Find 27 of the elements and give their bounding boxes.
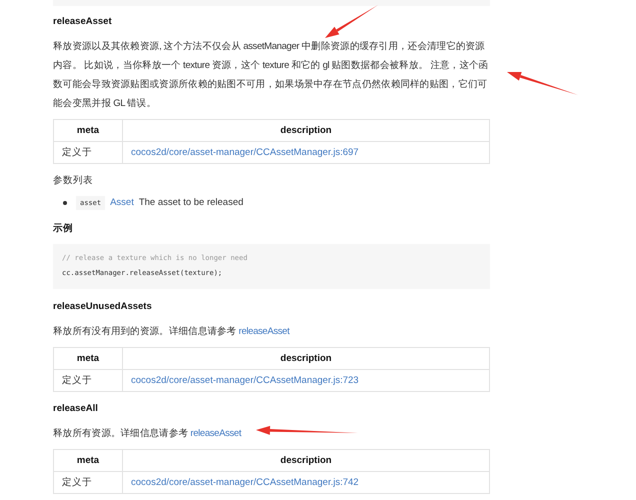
- source-link[interactable]: cocos2d/core/asset-manager/CCAssetManager.js:723: [131, 375, 359, 386]
- section-heading: releaseUnusedAssets: [53, 301, 153, 313]
- reference-link[interactable]: releaseAsset: [238, 326, 290, 337]
- description-text: 释放所有没有用到的资源。详细信息请参考 releaseAsset: [53, 325, 290, 339]
- column-header: description: [122, 450, 490, 472]
- column-header: description: [122, 348, 490, 370]
- section-heading: releaseAll: [53, 403, 99, 415]
- annotation-arrow: [325, 5, 378, 38]
- annotation-arrow: [507, 72, 578, 95]
- type-link[interactable]: Asset: [110, 197, 134, 209]
- source-link[interactable]: cocos2d/core/asset-manager/CCAssetManager.js:742: [131, 477, 359, 488]
- table-cell: 定义于: [54, 142, 122, 164]
- param-description: The asset to be released: [138, 197, 244, 209]
- bullet-icon: [63, 201, 67, 205]
- section-heading: releaseAsset: [53, 16, 113, 28]
- column-header: meta: [54, 450, 122, 472]
- section-heading: 示例: [53, 223, 74, 235]
- column-header: meta: [54, 348, 122, 370]
- description-text: 释放资源以及其依赖资源, 这个方法不仅会从 assetManager 中删除资源的缓存引用，还会清理它的资源内容。 比如说，当你释放一个 texture 资源，这个 texture 和它的 gl 贴图数据都会被释放。 注意，这个函数可能会导致资源贴图或资源所依赖的贴图不可用，如果场景中存在节点仍然依赖同样的贴图，它们可能会变黑并报 GL 错误。: [53, 40, 490, 111]
- source-link[interactable]: cocos2d/core/asset-manager/CCAssetManager.js:697: [131, 147, 359, 158]
- reference-link[interactable]: releaseAsset: [190, 428, 242, 439]
- table-cell: 定义于: [54, 472, 122, 494]
- description-text: 释放所有资源。详细信息请参考 releaseAsset: [53, 427, 242, 441]
- column-header: meta: [54, 120, 122, 142]
- table-cell: 定义于: [54, 370, 122, 392]
- column-header: description: [122, 120, 490, 142]
- section-label: 参数列表: [53, 175, 94, 187]
